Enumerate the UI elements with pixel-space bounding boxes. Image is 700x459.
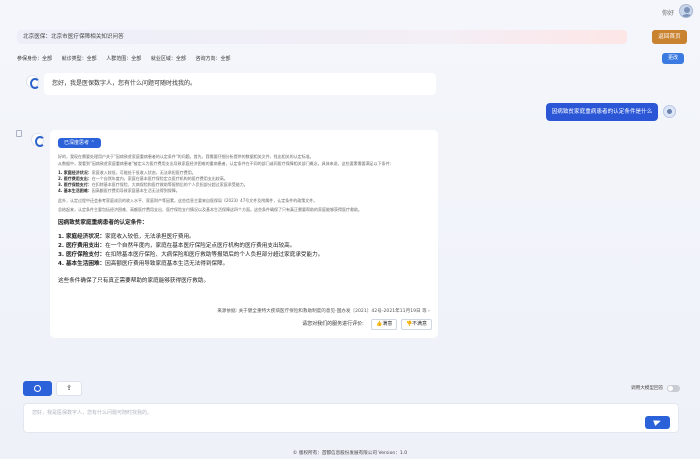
thumbs-up-icon: 👍 <box>376 321 383 327</box>
bot-avatar-icon <box>26 75 40 89</box>
list-item: 4. 基本生活困难：因高额医疗费用导致家庭基本生活无法得到保障。 <box>58 188 180 193</box>
list-item: 1. 家庭经济状况：家庭收入较低，无法承担医疗费用。 <box>58 234 195 240</box>
bot-avatar-icon <box>31 133 45 147</box>
filter-consult-direction: 咨询方向：全部 <box>195 56 231 62</box>
page-title: 北京医保：北京市医疗保障相关知识问答 <box>17 30 627 44</box>
list-item: 4. 基本生活困难：因高额医疗费用导致家庭基本生活无法得到保障。 <box>58 261 229 267</box>
model-toggle-label: 调用大模型回答 <box>631 386 664 391</box>
send-button[interactable] <box>645 416 670 429</box>
user-avatar-icon[interactable] <box>679 4 693 18</box>
list-item: 2. 医疗费用支出：在一个自然年度内，家庭在基本医疗保险定点医疗机构的医疗费用支… <box>58 243 296 249</box>
message-input[interactable] <box>32 408 632 418</box>
bot-greeting-message: 您好，我是医保数字人，您有什么问题可随时找我的。 <box>44 73 436 95</box>
reasoning-paragraph: 总结起来，认定条件主要包括经济困难、高额医疗费用支出、医疗保险支付情况以及基本生… <box>58 207 362 212</box>
share-button[interactable]: ⇪ <box>56 381 82 396</box>
source-reference-link[interactable]: 来源依据: 关于健全重特大疾病医疗保险和救助制度的意见-国办发〔2021〕42号… <box>217 308 430 314</box>
change-filter-button[interactable]: 更改 <box>662 53 684 64</box>
feedback-bar: 请您对我们的服务进行评价: 👍满意 👎不满意 <box>302 319 432 330</box>
top-bar: 你好 <box>0 0 700 22</box>
reasoning-paragraph: 好的，我现在需要处理用户关于"因病致贫家庭重病患者的认定条件"的问题。首先，我需… <box>58 154 314 159</box>
satisfied-button[interactable]: 👍满意 <box>371 319 398 330</box>
reasoning-list: 1. 家庭经济状况：家庭收入较低，可能处于低收入状态，无法承担医疗费用。 2. … <box>58 170 430 194</box>
answer-list: 1. 家庭经济状况：家庭收入较低，无法承担医疗费用。 2. 医疗费用支出：在一个… <box>58 233 430 269</box>
footer-copyright: © 版权所有：首都信息股份发展有限公司 Version：1.0 <box>292 451 408 456</box>
answer-section-title: 因病致贫家庭重病患者的认定条件： <box>58 220 148 226</box>
reasoning-paragraph: 从数据中，我看到"因病致贫家庭重病患者"被定义为医疗费用支出导致家庭经济困难的重… <box>58 161 394 166</box>
filter-bar: 参保身份：全部 就诊类型：全部 人群范围：全部 就业区域：全部 咨询方向：全部 <box>17 53 637 65</box>
filter-insured-identity: 参保身份：全部 <box>17 56 53 62</box>
filter-employment-region: 就业区域：全部 <box>150 56 186 62</box>
user-question-message: 因病致贫家庭重病患者的认定条件是什么 <box>546 103 658 121</box>
user-avatar-small-icon <box>663 105 676 118</box>
chat-mode-button[interactable] <box>23 381 52 396</box>
bot-answer-card: 已深度思考 ⌃ 好的，我现在需要处理用户关于"因病致贫家庭重病患者的认定条件"的… <box>50 130 438 338</box>
unsatisfied-button[interactable]: 👎不满意 <box>400 319 432 330</box>
filter-visit-type: 就诊类型：全部 <box>61 56 97 62</box>
deep-think-toggle-button[interactable]: 已深度思考 ⌃ <box>58 138 101 148</box>
back-home-button[interactable]: 返回首页 <box>652 30 687 44</box>
model-toggle-switch[interactable] <box>667 385 680 392</box>
list-item: 3. 医疗保险支付：在扣除基本医疗保险、大病保险和医疗救助等报销后的个人负担部分… <box>58 252 324 258</box>
message-composer <box>23 403 679 433</box>
reasoning-paragraph: 此外，认定过程中还会参考家庭成员的收入水平、家庭财产等因素，这些信息主要来自医保… <box>58 198 318 203</box>
copy-icon[interactable] <box>16 130 22 137</box>
answer-summary: 这些条件确保了只有真正需要帮助的家庭能够获得医疗救助。 <box>58 278 210 284</box>
thumbs-down-icon: 👎 <box>405 321 413 327</box>
filter-population: 人群范围：全部 <box>106 56 142 62</box>
feedback-question: 请您对我们的服务进行评价: <box>302 321 364 327</box>
user-greeting: 你好 <box>661 10 674 17</box>
